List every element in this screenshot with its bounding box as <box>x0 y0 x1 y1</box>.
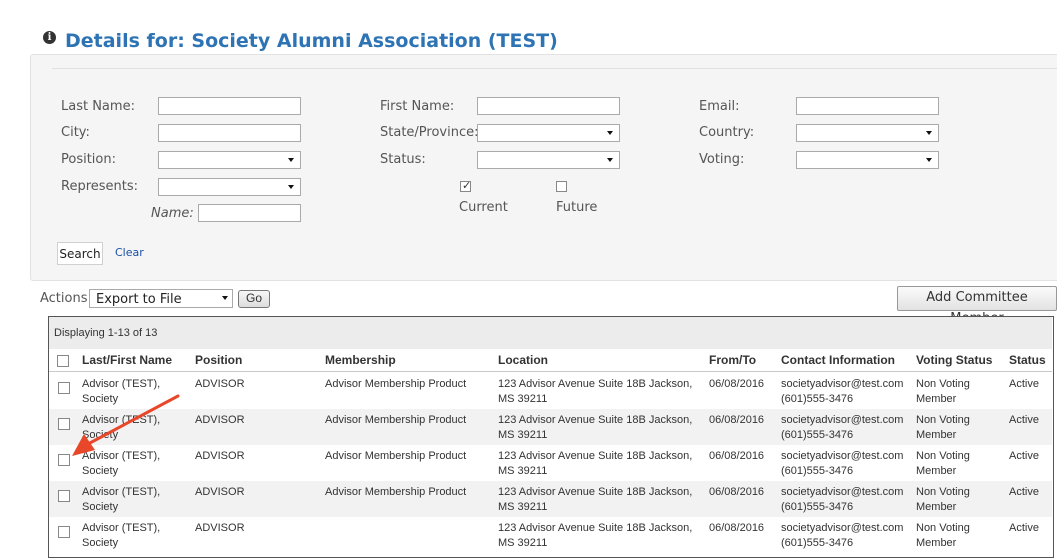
annotation-arrow-icon <box>72 394 180 456</box>
